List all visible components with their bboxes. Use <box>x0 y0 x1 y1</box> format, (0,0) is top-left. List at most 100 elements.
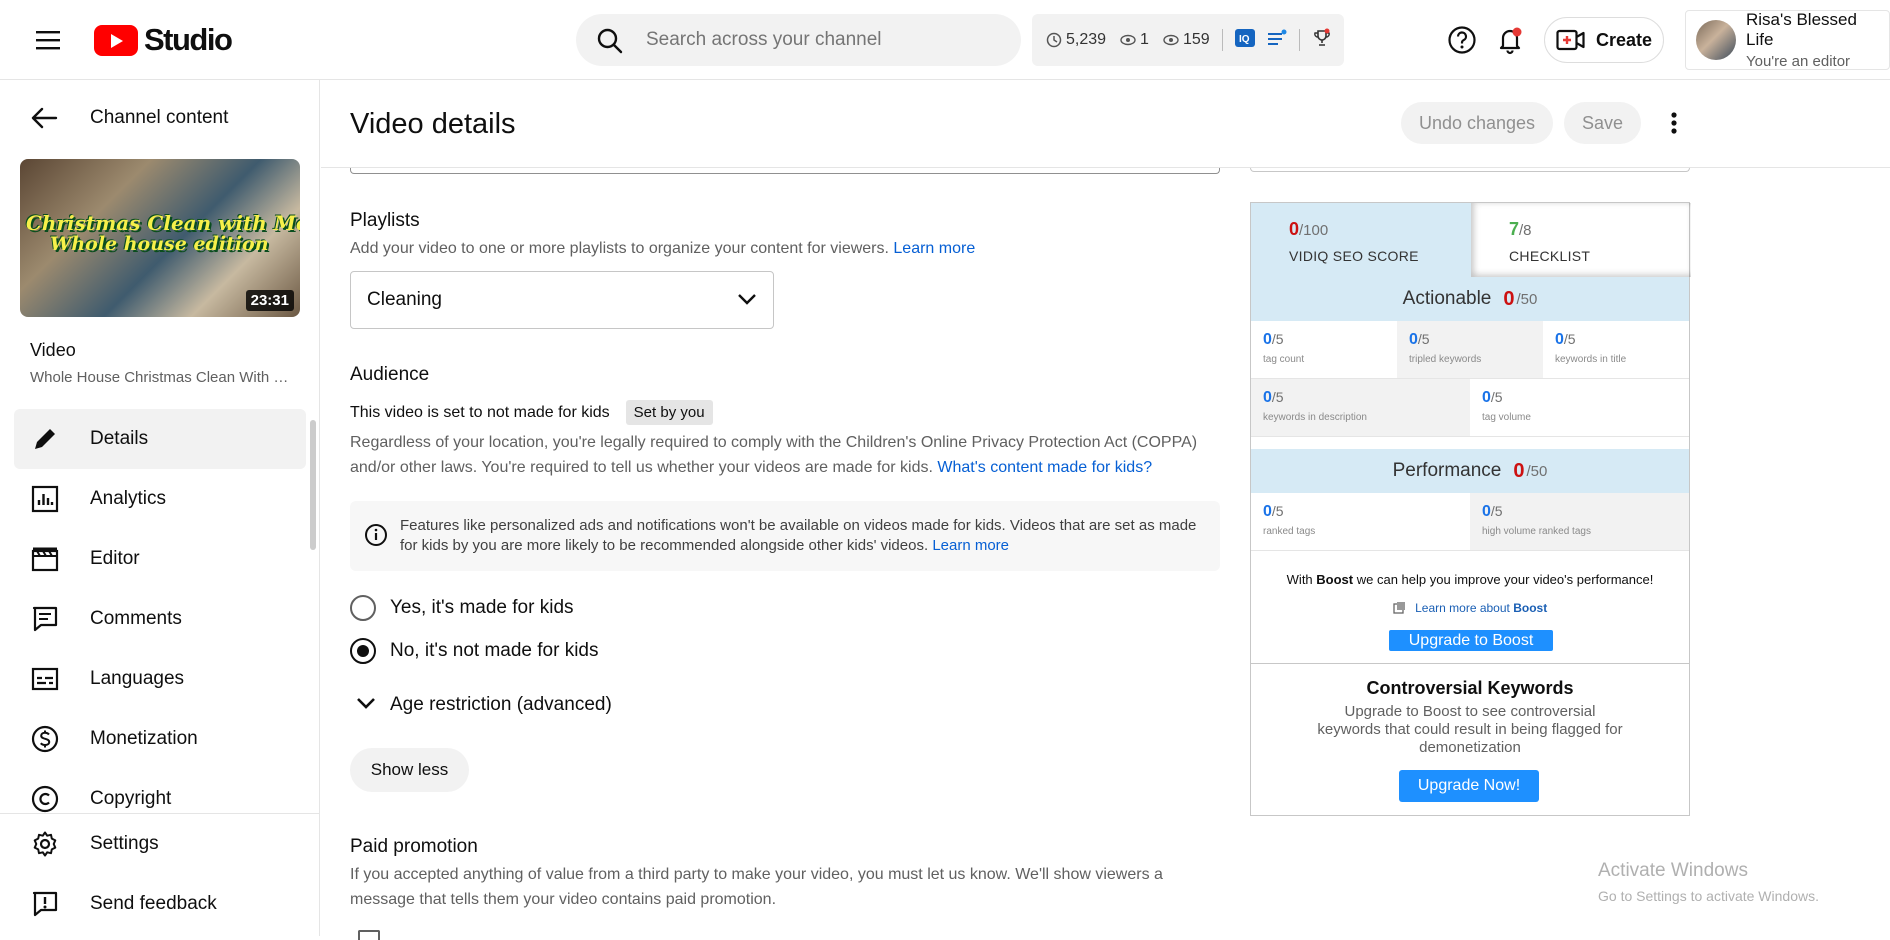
sidebar-scrollbar[interactable] <box>310 420 316 550</box>
metric-ranked-tags: 0/5 ranked tags <box>1251 493 1470 551</box>
vidiq-logo-icon[interactable]: IQ <box>1234 28 1255 52</box>
age-restriction-toggle[interactable]: Age restriction (advanced) <box>350 694 612 716</box>
playlists-dropdown[interactable]: Cleaning <box>350 271 774 329</box>
checklist-score-value: 7 <box>1509 219 1520 239</box>
content-made-for-kids-link[interactable]: What's content made for kids? <box>937 459 1152 476</box>
option-no-label: No, it's not made for kids <box>390 640 599 661</box>
undo-changes-button[interactable]: Undo changes <box>1401 102 1553 144</box>
info-learn-more-link[interactable]: Learn more <box>932 537 1009 554</box>
account-switcher[interactable]: Risa's Blessed Life You're an editor <box>1685 10 1890 70</box>
info-text: Features like personalized ads and notif… <box>400 516 1200 556</box>
radio-button-selected[interactable] <box>350 638 376 664</box>
search-icon[interactable] <box>596 27 624 60</box>
sidebar-item-editor[interactable]: Editor <box>0 529 320 589</box>
vidiq-list-icon[interactable] <box>1267 29 1287 52</box>
metric-score: 0 <box>1409 331 1418 348</box>
menu-icon[interactable] <box>28 24 68 56</box>
subtitles-icon <box>30 664 60 694</box>
paid-promotion-checkbox[interactable] <box>358 930 380 940</box>
controversial-keywords-description: Upgrade to Boost to see controversial ke… <box>1317 703 1623 756</box>
views-value: 159 <box>1182 31 1210 48</box>
sidebar-item-comments[interactable]: Comments <box>0 589 320 649</box>
notifications-bell-icon[interactable] <box>1490 20 1530 60</box>
performance-label: Performance <box>1392 460 1502 481</box>
back-arrow-icon[interactable] <box>30 106 58 135</box>
metric-label: tag volume <box>1482 412 1531 423</box>
actionable-label: Actionable <box>1402 288 1492 309</box>
age-restriction-label: Age restriction (advanced) <box>390 694 612 715</box>
metric-tag-count: 0/5 tag count <box>1251 321 1397 379</box>
chevron-down-icon <box>356 694 376 716</box>
boost-promo-text: With Boost we can help you improve your … <box>1251 572 1689 587</box>
learn-more-boost-link[interactable]: Learn more about Boost <box>1251 601 1689 617</box>
stats-divider <box>1298 29 1300 51</box>
create-button[interactable]: Create <box>1544 17 1664 63</box>
sidebar-item-label: Languages <box>90 668 185 689</box>
metric-label: keywords in description <box>1263 412 1367 423</box>
upgrade-to-boost-button[interactable]: Upgrade to Boost <box>1389 630 1553 651</box>
sidebar-footer: Settings Send feedback <box>0 813 320 934</box>
studio-logo[interactable]: Studio <box>94 22 233 58</box>
sidebar: Channel content Christmas Clean with Me … <box>0 80 320 936</box>
show-less-button[interactable]: Show less <box>350 748 469 792</box>
sidebar-item-send-feedback[interactable]: Send feedback <box>0 874 320 934</box>
playlists-learn-more-link[interactable]: Learn more <box>893 240 975 257</box>
metric-tripled-keywords: 0/5 tripled keywords <box>1397 321 1543 379</box>
save-button[interactable]: Save <box>1564 102 1641 144</box>
trophy-icon[interactable] <box>1312 28 1332 53</box>
channel-name: Risa's Blessed Life <box>1745 10 1857 49</box>
controversial-keywords-title: Controversial Keywords <box>1366 678 1574 698</box>
actionable-denominator: /50 <box>1516 290 1538 308</box>
sidebar-item-label: Send feedback <box>90 893 217 914</box>
metric-high-volume-ranked-tags: 0/5 high volume ranked tags <box>1470 493 1689 551</box>
metric-denominator: /5 <box>1490 503 1503 519</box>
metric-label: tripled keywords <box>1409 354 1482 365</box>
made-for-kids-no-option[interactable]: No, it's not made for kids <box>350 638 599 664</box>
live-views-value: 1 <box>1140 31 1149 48</box>
tab-checklist[interactable]: 7/8 CHECKLIST <box>1471 203 1691 277</box>
watch-hours-stat: 5,239 <box>1046 31 1106 49</box>
metric-denominator: /5 <box>1490 389 1503 405</box>
live-views-stat: 1 <box>1120 31 1149 49</box>
help-icon[interactable] <box>1442 20 1482 60</box>
metric-denominator: /5 <box>1563 331 1576 347</box>
tab-seo-score[interactable]: 0/100 VIDIQ SEO SCORE <box>1251 203 1471 277</box>
search-input[interactable] <box>646 29 976 51</box>
sidebar-item-details[interactable]: Details <box>14 409 306 469</box>
audience-desc-line2: and/or other laws. You're required to te… <box>350 459 933 476</box>
upgrade-now-button[interactable]: Upgrade Now! <box>1399 770 1539 802</box>
metric-score: 0 <box>1263 503 1272 520</box>
performance-header: Performance 0 /50 <box>1251 449 1689 493</box>
watch-hours-value: 5,239 <box>1066 31 1107 48</box>
sidebar-item-monetization[interactable]: Monetization <box>0 709 320 769</box>
info-icon <box>364 523 388 552</box>
playlists-description: Add your video to one or more playlists … <box>350 236 975 261</box>
sidebar-item-languages[interactable]: Languages <box>0 649 320 709</box>
video-title: Whole House Christmas Clean With Me <box>30 369 290 386</box>
video-nav: Details Analytics Editor Comments Langua… <box>0 409 320 829</box>
search-bar[interactable] <box>576 14 1021 66</box>
thumbnail-title-line1: Christmas Clean with Me <box>26 211 300 235</box>
chevron-down-icon <box>737 290 757 312</box>
windows-activation-watermark: Activate Windows Go to Settings to activ… <box>1598 860 1819 904</box>
actionable-score: 0 <box>1503 287 1515 310</box>
sidebar-item-analytics[interactable]: Analytics <box>0 469 320 529</box>
more-options-icon[interactable] <box>1659 102 1689 144</box>
details-header: Video details Undo changes Save <box>321 80 1890 168</box>
comments-icon <box>30 604 60 634</box>
back-label: Channel content <box>90 107 229 128</box>
metric-score: 0 <box>1263 389 1272 406</box>
back-to-channel-content[interactable]: Channel content <box>0 98 320 138</box>
seo-score-value: 0 <box>1289 219 1300 239</box>
made-for-kids-yes-option[interactable]: Yes, it's made for kids <box>350 595 574 621</box>
sidebar-item-settings[interactable]: Settings <box>0 814 320 874</box>
radio-button[interactable] <box>350 595 376 621</box>
metric-label: ranked tags <box>1263 526 1316 537</box>
paid-promotion-description: If you accepted anything of value from a… <box>350 862 1220 912</box>
playlists-title: Playlists <box>350 210 420 231</box>
actionable-header: Actionable 0 /50 <box>1251 277 1689 321</box>
video-thumbnail[interactable]: Christmas Clean with Me Whole house edit… <box>20 159 300 317</box>
eye-icon <box>1120 34 1136 46</box>
views-stat: 159 <box>1163 31 1210 49</box>
sidebar-item-label: Comments <box>90 608 182 629</box>
